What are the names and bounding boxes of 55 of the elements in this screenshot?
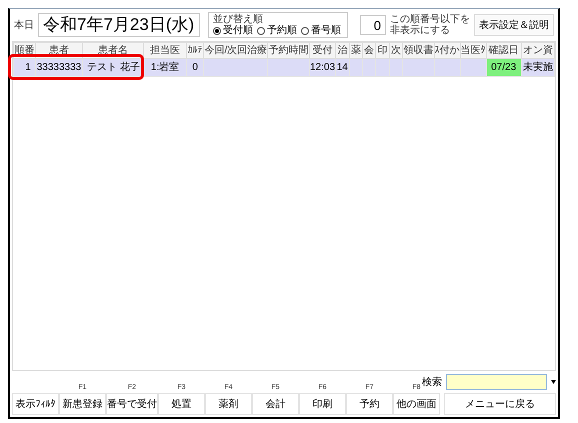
search-field[interactable]	[446, 374, 547, 390]
column-header: 受付	[310, 42, 336, 58]
table-cell: 07/23	[486, 58, 522, 76]
hide-number-hint: この順番号以下を 非表示にする	[390, 14, 470, 36]
column-header: 領収書	[402, 42, 434, 58]
function-button[interactable]: 処置	[158, 393, 205, 415]
table-cell	[434, 58, 460, 76]
table-cell: 1	[14, 58, 36, 76]
sort-radio[interactable]: 予約順	[257, 26, 297, 36]
date-field[interactable]: 令和7年7月23日(水)	[38, 13, 200, 37]
column-header: ｶﾙﾃ	[186, 42, 204, 58]
sort-radio[interactable]: 番号順	[301, 26, 341, 36]
settings-button[interactable]: 表示設定＆説明	[474, 14, 554, 36]
table-cell	[268, 58, 310, 76]
table-cell: 0	[186, 58, 204, 76]
table-cell	[349, 58, 362, 76]
table-cell: 未実施	[521, 58, 554, 76]
sort-radio[interactable]: 受付順	[213, 26, 253, 36]
column-header: オン資	[521, 42, 554, 58]
table-cell: 12:03	[310, 58, 336, 76]
function-button[interactable]: 会計	[252, 393, 299, 415]
column-header: 当医ﾀ	[460, 42, 486, 58]
table-cell: 33333333	[35, 58, 83, 76]
column-header: 予約時間	[268, 42, 310, 58]
function-button[interactable]: 薬剤	[205, 393, 252, 415]
hide-number-field[interactable]: 0	[360, 15, 386, 35]
menu-button[interactable]: メニューに戻る	[444, 393, 556, 415]
column-header: 今回/次回治療	[204, 42, 268, 58]
column-header: 確認日	[486, 42, 522, 58]
column-header: ｽ付か	[434, 42, 460, 58]
function-button[interactable]: 印刷	[299, 393, 346, 415]
function-button[interactable]: 新患登録	[59, 393, 106, 415]
column-header: 印	[376, 42, 390, 58]
column-header: 治	[336, 42, 350, 58]
table-cell	[402, 58, 434, 76]
table-cell	[460, 58, 486, 76]
table-cell	[376, 58, 390, 76]
today-label: 本日	[14, 18, 34, 32]
table-cell	[389, 58, 402, 76]
function-button[interactable]: 表示ﾌｨﾙﾀ	[12, 393, 59, 415]
sort-legend: 並び替え順	[213, 14, 343, 24]
table-cell: 1:岩室	[144, 58, 186, 76]
column-header: 次	[389, 42, 402, 58]
function-button[interactable]: 予約	[346, 393, 393, 415]
patient-row[interactable]: 1 33333333 テスト 花子 1:岩室 0 12:03 14 07/23 未実施	[14, 58, 554, 76]
function-button[interactable]: 他の画面	[393, 393, 440, 415]
column-header: 薬	[349, 42, 362, 58]
table-cell: 14	[336, 58, 350, 76]
dropdown-icon[interactable]	[551, 380, 556, 384]
table-cell	[362, 58, 376, 76]
column-header: 会	[362, 42, 376, 58]
table-cell	[204, 58, 268, 76]
function-button[interactable]: 番号で受付	[106, 393, 158, 415]
column-header: 担当医	[144, 42, 186, 58]
search-label: 検索	[422, 376, 442, 390]
